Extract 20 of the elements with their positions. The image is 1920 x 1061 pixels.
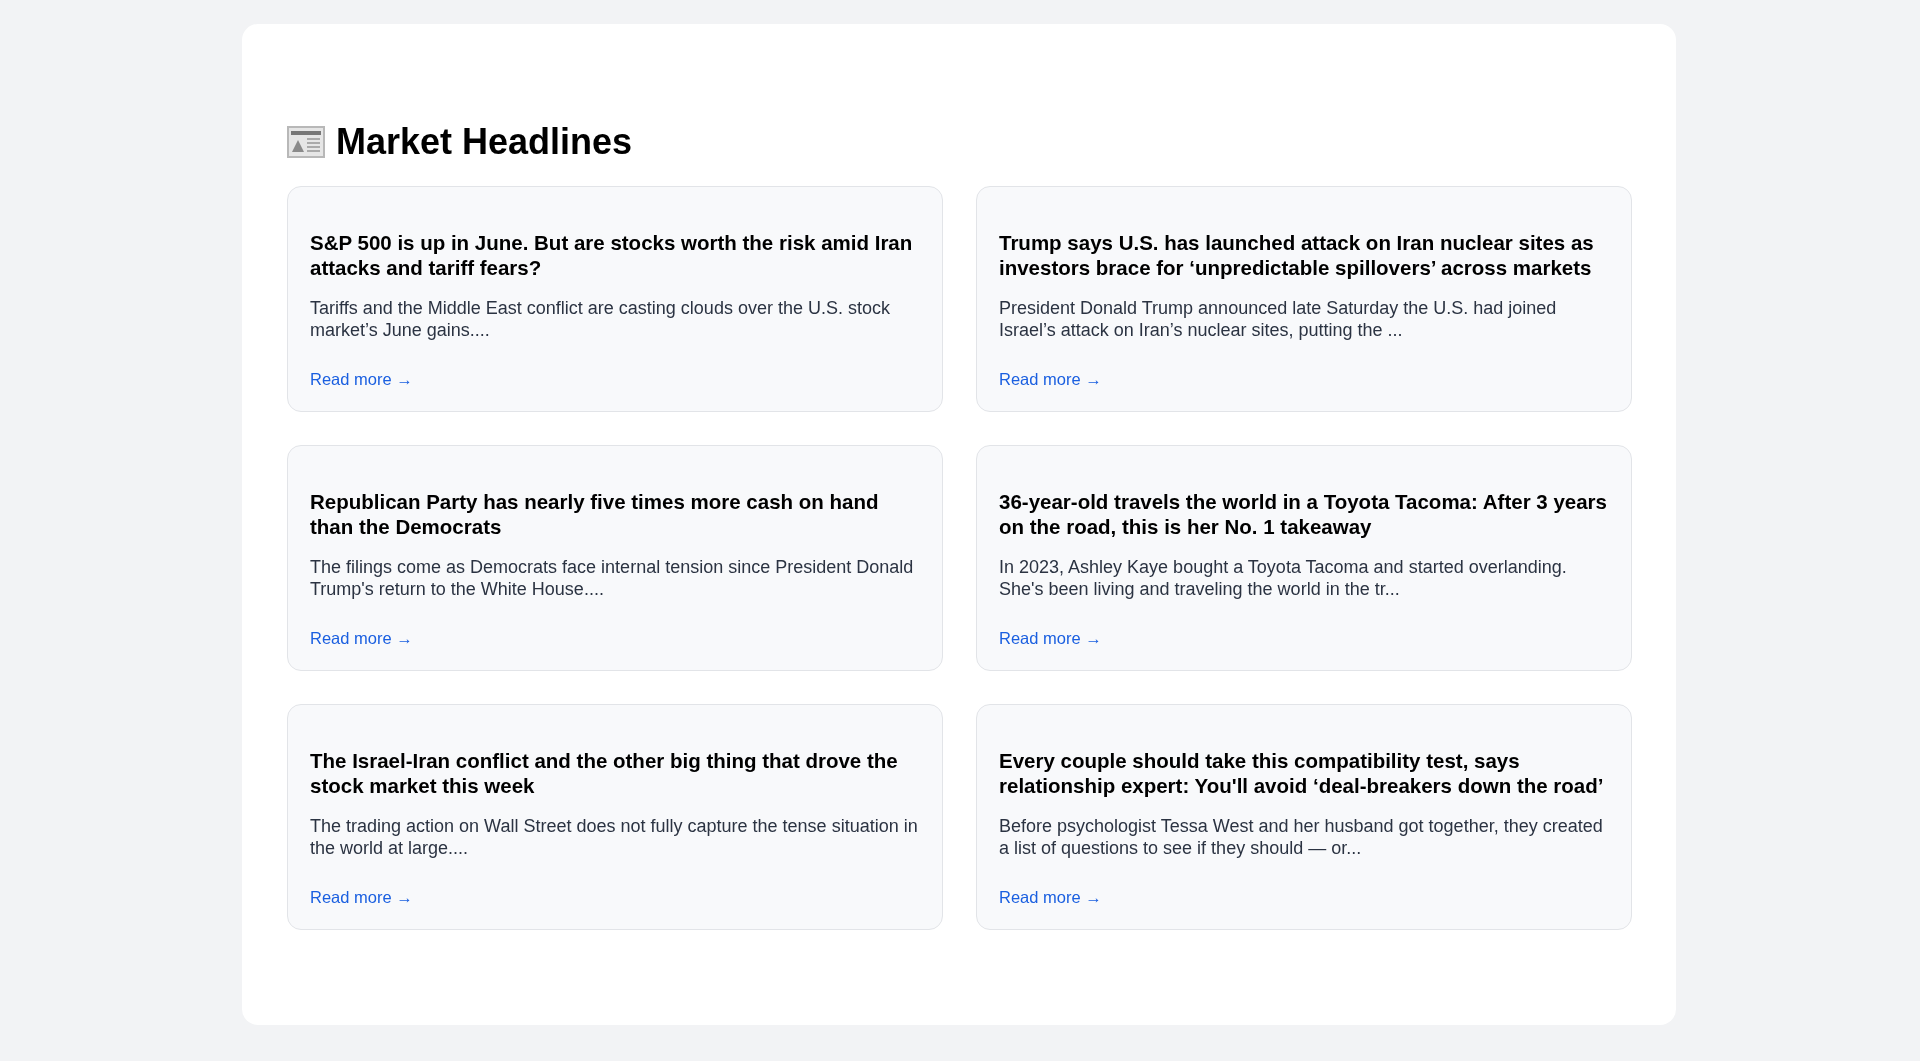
read-more-link[interactable]: Read more → — [999, 369, 1102, 388]
read-more-link[interactable]: Read more → — [999, 628, 1102, 647]
article-headline: Republican Party has nearly five times more cash on hand than the Democrats — [310, 488, 880, 539]
article-summary: Before psychologist Tessa West and her husband got together, they created a list of questions to see if they should — or... — [999, 814, 1604, 859]
article-headline: 36-year-old travels the world in a Toyota Tacoma: After 3 years on the road, this is her No. 1 takeaway — [999, 488, 1608, 539]
read-more-link[interactable]: Read more → — [999, 887, 1102, 906]
article-headline: The Israel-Iran conflict and the other big thing that drove the stock market this week — [310, 747, 899, 798]
article-summary: In 2023, Ashley Kaye bought a Toyota Tacoma and started overlanding. She's been living and traveling the world in the tr... — [999, 555, 1568, 600]
read-more-link[interactable]: Read more → — [310, 628, 413, 647]
read-more-link[interactable]: Read more → — [310, 369, 413, 388]
article-headline: S&P 500 is up in June. But are stocks worth the risk amid Iran attacks and tariff fears? — [310, 229, 914, 280]
article-summary: Tariffs and the Middle East conflict are casting clouds over the U.S. stock market’s June gains.... — [310, 296, 891, 341]
article-headline: Trump says U.S. has launched attack on Iran nuclear sites as investors brace for ‘unpredictable spillovers’ across markets — [999, 229, 1595, 280]
page-title: Market Headlines — [336, 122, 633, 162]
article-headline: Every couple should take this compatibility test, says relationship expert: You'll avoid ‘deal-breakers down the road’ — [999, 747, 1605, 798]
newspaper-icon — [287, 125, 325, 158]
article-summary: President Donald Trump announced late Saturday the U.S. had joined Israel’s attack on Iran’s nuclear sites, putting the ... — [999, 296, 1558, 341]
article-summary: The trading action on Wall Street does not fully capture the tense situation in the world at large.... — [310, 814, 919, 859]
article-summary: The filings come as Democrats face internal tension since President Donald Trump's return to the White House.... — [310, 555, 915, 600]
read-more-link[interactable]: Read more → — [310, 887, 413, 906]
